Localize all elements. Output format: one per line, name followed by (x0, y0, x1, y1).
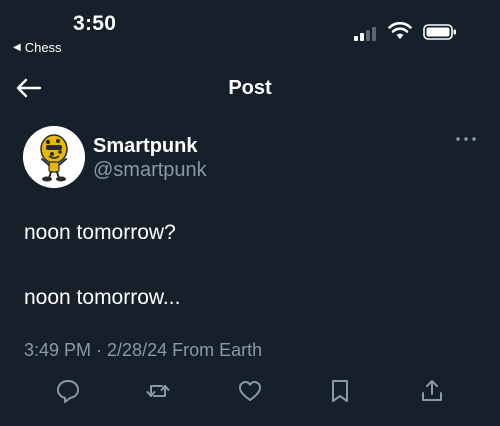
page-title: Post (228, 77, 272, 99)
author-display-name[interactable]: Smartpunk (93, 135, 197, 158)
bookmark-icon (332, 380, 348, 402)
repost-button[interactable] (145, 378, 171, 404)
status-time: 3:50 (73, 12, 117, 35)
back-triangle-icon: ◀ (13, 41, 21, 53)
author-handle[interactable]: @smartpunk (93, 159, 207, 182)
like-button[interactable] (237, 378, 263, 404)
status-back-label: Chess (24, 40, 62, 55)
share-button[interactable] (419, 378, 445, 404)
more-horizontal-icon[interactable] (455, 133, 477, 145)
avatar[interactable] (23, 126, 85, 188)
signal-icon (354, 27, 376, 41)
status-back-to-app[interactable]: ◀ Chess (13, 40, 62, 55)
post-screen: 3:50 ◀ Chess Post Smartpunk @smartpunk n… (0, 0, 500, 426)
wifi-icon (388, 22, 412, 39)
share-icon (422, 380, 442, 401)
reply-button[interactable] (55, 378, 81, 404)
battery-icon (423, 24, 456, 40)
repost-icon (146, 385, 170, 397)
post-text-line: noon tomorrow? (24, 221, 176, 244)
post-timestamp: 3:49 PM · 2/28/24 From Earth (24, 340, 263, 360)
bookmark-button[interactable] (327, 378, 353, 404)
reply-icon (57, 380, 79, 403)
post-text-line: noon tomorrow... (24, 286, 181, 309)
avatar-character-icon (23, 126, 85, 188)
like-icon (239, 381, 261, 401)
